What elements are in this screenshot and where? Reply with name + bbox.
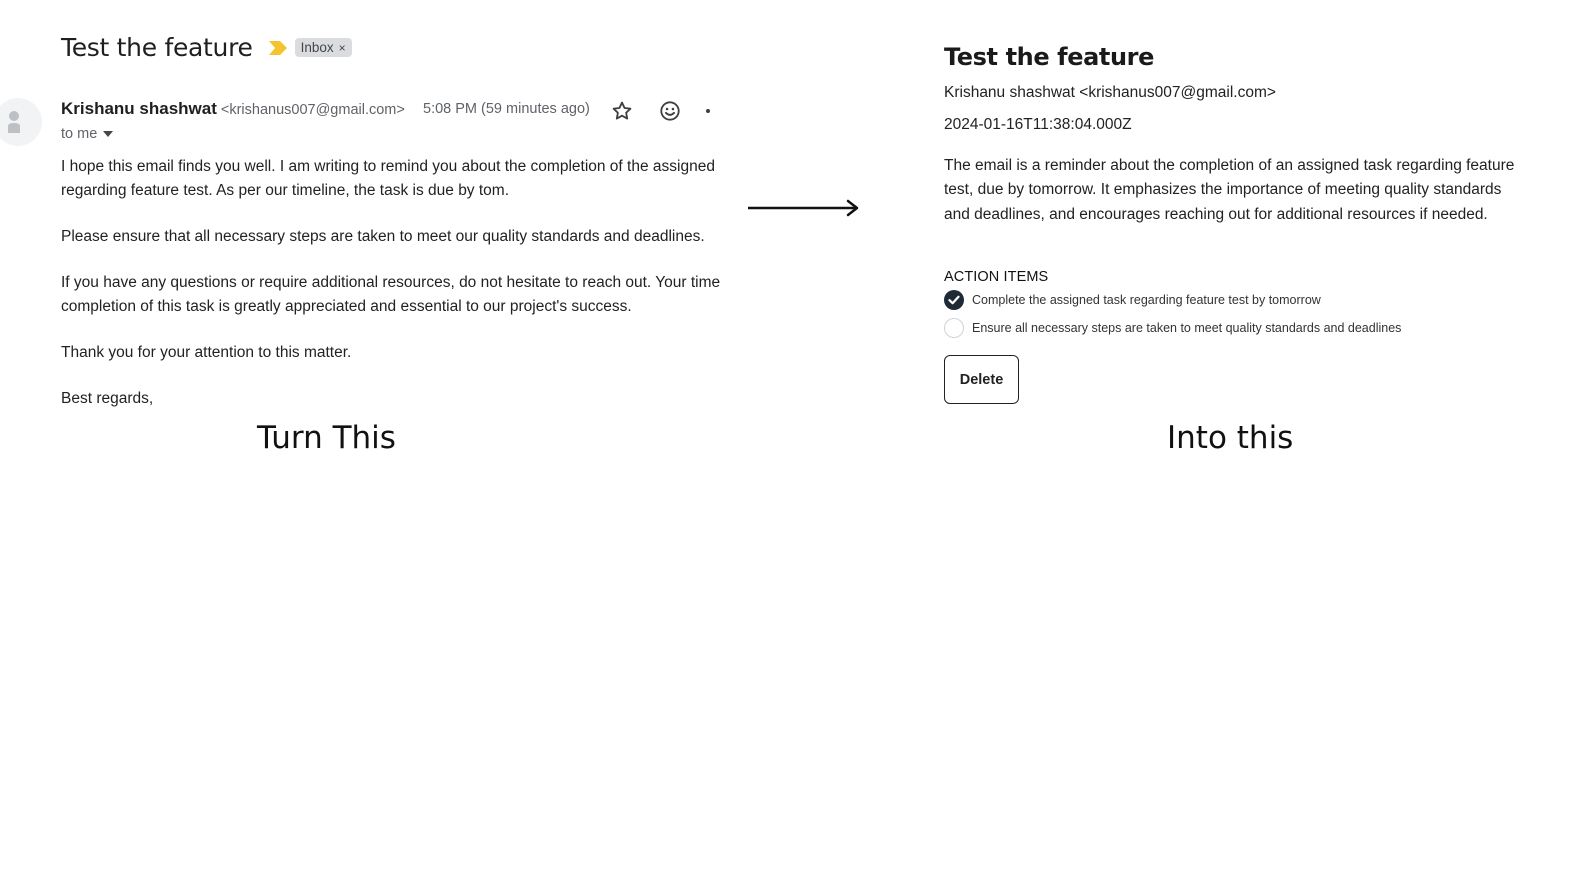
recipient-row[interactable]: to me (61, 126, 114, 142)
email-paragraph: Best regards, (61, 390, 154, 407)
checkbox-unchecked[interactable] (944, 318, 964, 338)
email-subject: Test the feature (61, 33, 253, 62)
email-time: 5:08 PM (59 minutes ago) (423, 101, 590, 117)
remove-label-icon[interactable]: × (339, 41, 346, 55)
delete-button[interactable]: Delete (944, 355, 1019, 404)
summary-text: The email is a reminder about the comple… (944, 157, 1515, 223)
checkbox-checked[interactable] (944, 290, 964, 310)
email-paragraph: If you have any questions or require add… (61, 274, 721, 315)
sender-name[interactable]: Krishanu shashwat (61, 99, 217, 119)
important-marker-icon[interactable] (268, 40, 287, 55)
action-item-label: Complete the assigned task regarding fea… (972, 293, 1321, 307)
summary-title: Test the feature (944, 43, 1154, 71)
email-body: I hope this email finds you well. I am w… (61, 155, 730, 430)
sender-email: <krishanus007@gmail.com> (220, 102, 405, 118)
emoji-icon[interactable] (659, 100, 681, 122)
action-item: Ensure all necessary steps are taken to … (944, 318, 1401, 338)
sender-row: Krishanu shashwat <krishanus007@gmail.co… (61, 99, 405, 119)
inbox-label-chip[interactable]: Inbox × (294, 38, 352, 57)
sender-avatar[interactable] (0, 98, 42, 146)
email-paragraph: Thank you for your attention to this mat… (61, 344, 352, 361)
checkmark-icon (948, 295, 960, 305)
action-item: Complete the assigned task regarding fea… (944, 290, 1321, 310)
action-item-label: Ensure all necessary steps are taken to … (972, 321, 1402, 335)
arrow-right-icon (748, 199, 859, 217)
recipient-text: to me (61, 126, 98, 142)
caption-turn-this: Turn This (257, 420, 396, 456)
email-paragraph: I hope this email finds you well. I am w… (61, 158, 715, 199)
email-subject-row: Test the feature Inbox × (61, 33, 352, 62)
summary-date: 2024-01-16T11:38:04.000Z (944, 116, 1132, 133)
caption-into-this: Into this (1167, 420, 1294, 456)
inbox-label-text: Inbox (300, 40, 334, 55)
chevron-down-icon[interactable] (103, 131, 114, 137)
star-icon[interactable] (611, 100, 633, 122)
gmail-email-view: Test the feature Inbox × Krishanu shashw… (0, 0, 730, 430)
summary-sender: Krishanu shashwat <krishanus007@gmail.co… (944, 84, 1276, 101)
more-vert-icon[interactable] (705, 103, 711, 119)
person-icon (8, 111, 20, 133)
action-items-heading: ACTION ITEMS (944, 269, 1049, 285)
email-paragraph: Please ensure that all necessary steps a… (61, 228, 705, 245)
